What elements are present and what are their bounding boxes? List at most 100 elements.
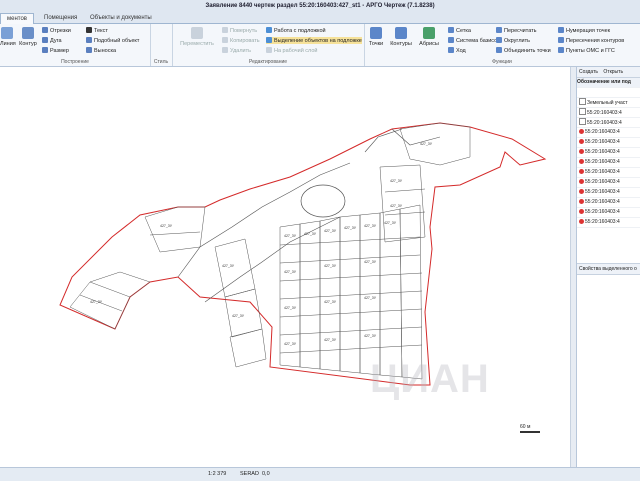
- svg-text:427_ЗУ: 427_ЗУ: [324, 229, 337, 233]
- drawing-canvas[interactable]: 427_ЗУ 427_ЗУ 427_ЗУ 427_ЗУ 427_ЗУ 427_ЗУ 42…: [0, 67, 570, 467]
- object-row[interactable]: 55:20:160403:4: [577, 158, 640, 168]
- callout-icon: [86, 47, 92, 53]
- status-scale: 1:2 379: [208, 471, 227, 477]
- svg-text:427_ЗУ: 427_ЗУ: [284, 234, 297, 238]
- svg-text:427_ЗУ: 427_ЗУ: [364, 224, 377, 228]
- error-icon: [579, 189, 584, 194]
- rotate-button[interactable]: Повернуть: [222, 27, 257, 34]
- objects-panel: Создать Открыть Обозначение или под Земе…: [576, 67, 640, 467]
- status-system: SERAD: [240, 471, 259, 477]
- add-row[interactable]: [577, 88, 640, 98]
- svg-text:427_ЗУ: 427_ЗУ: [284, 342, 297, 346]
- text-button[interactable]: Текст: [86, 27, 108, 34]
- abris-button[interactable]: Абрисы: [418, 27, 440, 47]
- tab-objects-documents[interactable]: Объекты и документы: [84, 13, 158, 23]
- plan-drawing: 427_ЗУ 427_ЗУ 427_ЗУ 427_ЗУ 427_ЗУ 427_ЗУ 42…: [59, 122, 547, 386]
- scale-bar: 60 м: [520, 424, 540, 433]
- abris-icon: [423, 27, 435, 39]
- site-boundary: [59, 122, 547, 386]
- to-work-layer-button[interactable]: На рабочий слой: [266, 47, 317, 54]
- line-button[interactable]: Линия: [0, 27, 16, 47]
- object-row[interactable]: 55:20:160403:4: [577, 198, 640, 208]
- size-button[interactable]: Размер: [42, 47, 69, 54]
- properties-panel-title: Свойства выделенного о: [577, 263, 640, 275]
- svg-text:427_ЗУ: 427_ЗУ: [284, 306, 297, 310]
- object-row[interactable]: 55:20:160403:4: [577, 208, 640, 218]
- group-row[interactable]: Земельный участ: [577, 98, 640, 108]
- expand-icon: [579, 98, 586, 105]
- line-icon: [1, 27, 13, 39]
- size-icon: [42, 47, 48, 53]
- svg-text:427_ЗУ: 427_ЗУ: [364, 260, 377, 264]
- copy-button[interactable]: Копировать: [222, 37, 260, 44]
- contour-button[interactable]: Контур: [18, 27, 38, 47]
- svg-text:427_ЗУ: 427_ЗУ: [222, 264, 235, 268]
- numbering-icon: [558, 27, 564, 33]
- objects-list: 55:20:160403:4 55:20:160403:4 55:20:160403…: [577, 108, 640, 228]
- ribbon: Линия Контур Отрезки Дуга Размер Текст П…: [0, 24, 640, 67]
- error-icon: [579, 219, 584, 224]
- round-button[interactable]: Округлить: [496, 37, 530, 44]
- rotate-icon: [222, 27, 228, 33]
- point-numbering-button[interactable]: Нумерация точек: [558, 27, 610, 34]
- basis-system-button[interactable]: Система базисов: [448, 37, 500, 44]
- oms-ggs-button[interactable]: Пункты ОМС и ГГС: [558, 47, 615, 54]
- svg-text:427_ЗУ: 427_ЗУ: [284, 270, 297, 274]
- scale-line: [520, 431, 540, 433]
- copy-icon: [222, 37, 228, 43]
- underlay-select-toggle[interactable]: Выделение объектов на подложке: [266, 37, 362, 44]
- segments-icon: [42, 27, 48, 33]
- object-row[interactable]: 55:20:160403:4: [577, 218, 640, 228]
- svg-text:427_ЗУ: 427_ЗУ: [324, 300, 337, 304]
- recalc-icon: [496, 27, 502, 33]
- layer-icon: [266, 47, 272, 53]
- group-edit-label: Редактирование: [248, 59, 288, 65]
- grid-button[interactable]: Сетка: [448, 27, 471, 34]
- object-row[interactable]: 55:20:160403:4: [577, 128, 640, 138]
- svg-text:427_ЗУ: 427_ЗУ: [324, 264, 337, 268]
- svg-text:427_ЗУ: 427_ЗУ: [344, 226, 357, 230]
- open-button[interactable]: Открыть: [603, 69, 623, 75]
- contours-button[interactable]: Контуры: [388, 27, 414, 47]
- delete-button[interactable]: Удалить: [222, 47, 251, 54]
- similar-object-button[interactable]: Подобный объект: [86, 37, 139, 44]
- tab-elements[interactable]: ментов: [0, 13, 34, 24]
- object-row[interactable]: 55:20:160403:4: [577, 178, 640, 188]
- contour-intersections-button[interactable]: Пересечения контуров: [558, 37, 624, 44]
- underlay-work-button[interactable]: Работа с подложкой: [266, 27, 326, 34]
- similar-icon: [86, 37, 92, 43]
- error-icon: [579, 149, 584, 154]
- recalc-button[interactable]: Пересчитать: [496, 27, 537, 34]
- oms-icon: [558, 47, 564, 53]
- segments-button[interactable]: Отрезки: [42, 27, 71, 34]
- move-button[interactable]: Переместить: [178, 27, 216, 47]
- object-row[interactable]: 55:20:160403:4: [577, 108, 640, 118]
- svg-text:427_ЗУ: 427_ЗУ: [364, 334, 377, 338]
- objects-toolbar: Создать Открыть: [577, 67, 640, 78]
- merge-points-button[interactable]: Объединить точки: [496, 47, 551, 54]
- points-button[interactable]: Точки: [366, 27, 386, 47]
- points-icon: [370, 27, 382, 39]
- parcel-icon: [579, 118, 586, 125]
- group-style-label: Стиль: [153, 59, 169, 65]
- callout-button[interactable]: Выноска: [86, 47, 116, 54]
- objects-header[interactable]: Обозначение или под: [577, 78, 640, 88]
- group-style: Стиль: [150, 24, 173, 66]
- arc-button[interactable]: Дуга: [42, 37, 62, 44]
- object-row[interactable]: 55:20:160403:4: [577, 138, 640, 148]
- object-row[interactable]: 55:20:160403:4: [577, 188, 640, 198]
- grid-icon: [448, 27, 454, 33]
- tab-rooms[interactable]: Помещения: [38, 13, 83, 23]
- create-button[interactable]: Создать: [579, 69, 598, 75]
- round-icon: [496, 37, 502, 43]
- svg-text:427_ЗУ: 427_ЗУ: [304, 232, 317, 236]
- contours-icon: [395, 27, 407, 39]
- object-row[interactable]: 55:20:160403:4: [577, 168, 640, 178]
- traverse-button[interactable]: Ход: [448, 47, 466, 54]
- status-value: 0,0: [262, 471, 270, 477]
- object-row[interactable]: 55:20:160403:4: [577, 148, 640, 158]
- traverse-icon: [448, 47, 454, 53]
- svg-text:427_ЗУ: 427_ЗУ: [390, 179, 403, 183]
- object-row[interactable]: 55:20:160403:4: [577, 118, 640, 128]
- svg-text:427_ЗУ: 427_ЗУ: [160, 224, 173, 228]
